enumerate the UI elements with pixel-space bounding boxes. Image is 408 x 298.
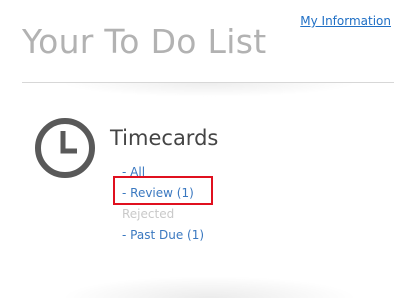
link-rejected: Rejected [122, 207, 175, 221]
link-past-due[interactable]: - Past Due (1) [122, 225, 204, 246]
timecards-title: Timecards [110, 126, 219, 150]
clock-icon [35, 118, 95, 178]
section-bottom-shadow [60, 276, 358, 298]
page-title: Your To Do List [22, 22, 267, 61]
divider-shadow [60, 83, 358, 97]
my-information-link[interactable]: My Information [300, 14, 391, 28]
review-highlight-box [113, 176, 213, 205]
